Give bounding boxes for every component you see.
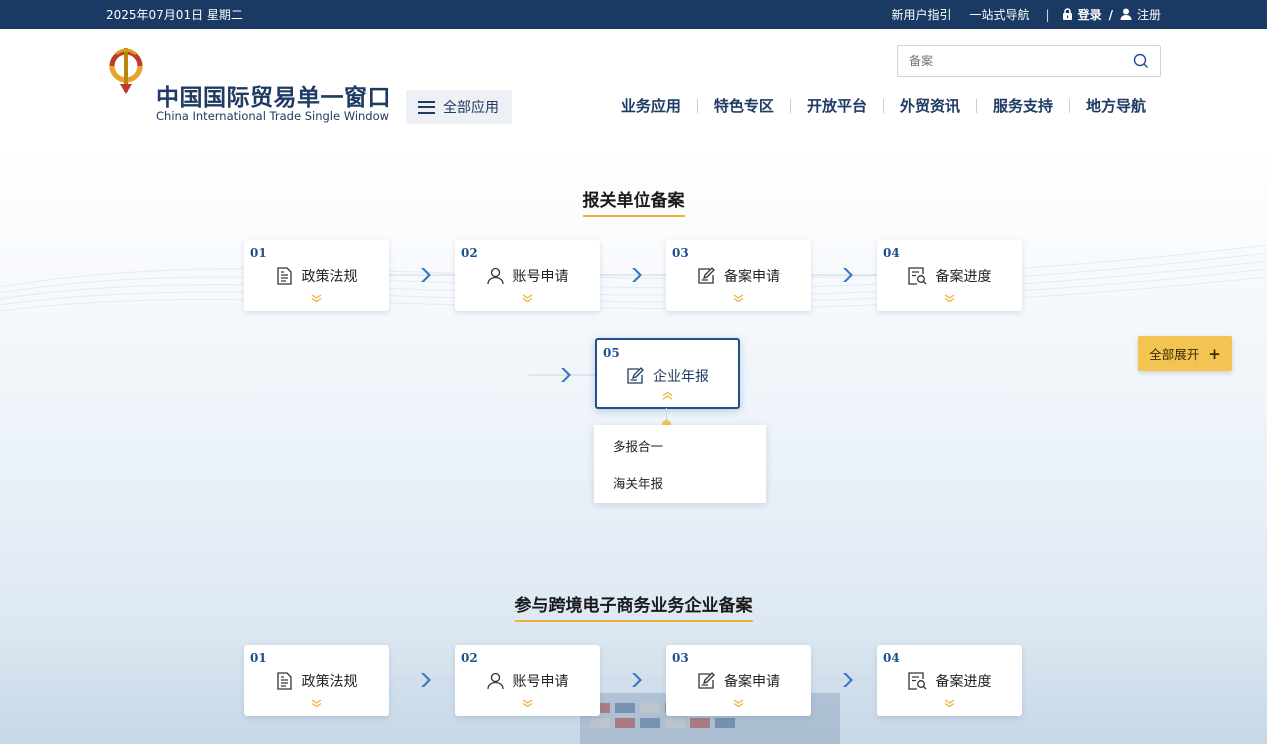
plus-icon: +	[1208, 345, 1221, 363]
step-arrow-icon	[529, 368, 595, 382]
user-icon	[487, 672, 504, 690]
document-icon	[276, 672, 293, 690]
nav-trade-news[interactable]: 外贸资讯	[900, 95, 960, 116]
nav-service-support[interactable]: 服务支持	[993, 95, 1053, 116]
current-date: 2025年07月01日 星期二	[106, 6, 243, 23]
menu-icon	[418, 101, 435, 114]
step-label: 备案进度	[936, 671, 992, 691]
step-card-annual-report[interactable]: 05 企业年报	[595, 338, 740, 409]
step-number: 05	[603, 346, 620, 360]
expand-all-label: 全部展开	[1149, 344, 1199, 363]
step-card-application[interactable]: 03 备案申请	[666, 645, 811, 716]
register-label: 注册	[1137, 6, 1161, 23]
nav-divider	[1069, 99, 1070, 113]
divider: |	[1046, 8, 1050, 22]
nav-divider	[697, 99, 698, 113]
step-arrow-icon	[600, 268, 666, 282]
nav-open-platform[interactable]: 开放平台	[807, 95, 867, 116]
main-content: 报关单位备案 01 政策法规 02 账号申请 03 备案申请 04 备案进度	[0, 143, 1267, 744]
chevron-down-icon	[733, 699, 744, 707]
step-label: 企业年报	[653, 366, 709, 386]
slash-divider: /	[1109, 8, 1113, 22]
step-arrow-icon	[811, 268, 877, 282]
step-number: 02	[461, 651, 478, 665]
step-label: 账号申请	[513, 266, 569, 286]
step-arrow-icon	[389, 268, 455, 282]
search-icon[interactable]	[1133, 53, 1149, 69]
chevron-down-icon	[944, 294, 955, 302]
dropdown-item-customs-annual-report[interactable]: 海关年报	[613, 473, 663, 492]
edit-icon	[697, 672, 715, 690]
nav-divider	[976, 99, 977, 113]
top-bar-links: 新用户指引 一站式导航 | 登录 / 注册	[892, 6, 1162, 23]
search-box	[897, 45, 1161, 77]
step-number: 02	[461, 246, 478, 260]
chevron-down-icon	[311, 294, 322, 302]
step-number: 04	[883, 246, 900, 260]
logo-title-en: China International Trade Single Window	[156, 109, 389, 123]
document-icon	[276, 267, 293, 285]
nav-divider	[883, 99, 884, 113]
section-title-cross-border-ecommerce: 参与跨境电子商务业务企业备案	[0, 591, 1267, 622]
single-window-logo[interactable]	[106, 44, 146, 96]
edit-icon	[626, 367, 644, 385]
logo-title-cn: 中国国际贸易单一窗口	[156, 78, 391, 112]
dropdown-item-multi-report[interactable]: 多报合一	[613, 436, 663, 455]
register-link[interactable]: 注册	[1120, 6, 1161, 23]
login-link[interactable]: 登录	[1062, 6, 1102, 23]
step-number: 01	[250, 651, 267, 665]
chevron-down-icon	[522, 294, 533, 302]
search-input[interactable]	[909, 54, 1109, 68]
step-card-account[interactable]: 02 账号申请	[455, 240, 600, 311]
step-label: 政策法规	[302, 266, 358, 286]
step-arrow-icon	[600, 673, 666, 687]
step-card-progress[interactable]: 04 备案进度	[877, 240, 1022, 311]
chevron-down-icon	[311, 699, 322, 707]
step-label: 备案申请	[724, 266, 780, 286]
chevron-down-icon	[733, 294, 744, 302]
annual-report-dropdown: 多报合一 海关年报	[594, 425, 766, 503]
edit-icon	[697, 267, 715, 285]
search-document-icon	[908, 672, 927, 690]
search-document-icon	[908, 267, 927, 285]
step-label: 账号申请	[513, 671, 569, 691]
user-icon	[1120, 8, 1132, 20]
step-card-progress[interactable]: 04 备案进度	[877, 645, 1022, 716]
expand-all-button[interactable]: 全部展开 +	[1138, 336, 1232, 371]
step-label: 政策法规	[302, 671, 358, 691]
user-icon	[487, 267, 504, 285]
step-number: 04	[883, 651, 900, 665]
step-number: 03	[672, 651, 689, 665]
step-arrow-icon	[811, 673, 877, 687]
main-nav: 业务应用 特色专区 开放平台 外贸资讯 服务支持 地方导航	[621, 95, 1146, 116]
nav-divider	[790, 99, 791, 113]
step-label: 备案进度	[936, 266, 992, 286]
top-bar: 2025年07月01日 星期二 新用户指引 一站式导航 | 登录 / 注册	[0, 0, 1267, 29]
chevron-down-icon	[944, 699, 955, 707]
site-header: 中国国际贸易单一窗口 China International Trade Sin…	[0, 29, 1267, 143]
section-title-customs-registration: 报关单位备案	[0, 186, 1267, 217]
nav-special-zone[interactable]: 特色专区	[714, 95, 774, 116]
nav-business-apps[interactable]: 业务应用	[621, 95, 681, 116]
all-apps-label: 全部应用	[443, 97, 499, 117]
step-card-policy[interactable]: 01 政策法规	[244, 240, 389, 311]
lock-icon	[1062, 8, 1073, 20]
step-label: 备案申请	[724, 671, 780, 691]
chevron-up-icon	[662, 392, 673, 400]
new-user-guide-link[interactable]: 新用户指引	[892, 6, 952, 23]
step-card-policy[interactable]: 01 政策法规	[244, 645, 389, 716]
step-card-application[interactable]: 03 备案申请	[666, 240, 811, 311]
chevron-down-icon	[522, 699, 533, 707]
step-arrow-icon	[389, 673, 455, 687]
step-number: 01	[250, 246, 267, 260]
all-apps-button[interactable]: 全部应用	[406, 90, 512, 124]
one-stop-nav-link[interactable]: 一站式导航	[970, 6, 1030, 23]
step-number: 03	[672, 246, 689, 260]
nav-local-navigation[interactable]: 地方导航	[1086, 95, 1146, 116]
step-card-account[interactable]: 02 账号申请	[455, 645, 600, 716]
login-label: 登录	[1078, 6, 1102, 23]
